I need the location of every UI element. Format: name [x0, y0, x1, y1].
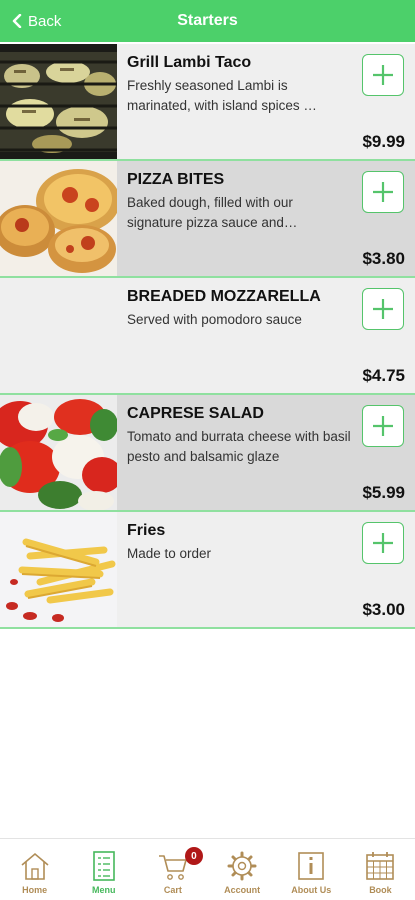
item-price: $3.00 — [362, 600, 405, 619]
item-image — [0, 395, 117, 510]
item-description: Served with pomodoro sauce — [127, 312, 302, 327]
item-price: $9.99 — [362, 132, 405, 151]
tab-cart[interactable]: 0 Cart — [138, 839, 207, 900]
tab-book[interactable]: Book — [346, 839, 415, 900]
item-price: $5.99 — [362, 483, 405, 502]
menu-item[interactable]: Fries Made to order $3.00 — [0, 512, 415, 629]
item-description: Tomato and burrata cheese with basil pes… — [127, 429, 351, 464]
item-description: Freshly seasoned Lambi is marinated, wit… — [127, 78, 317, 113]
item-price: $3.80 — [362, 249, 405, 268]
calendar-icon — [366, 852, 395, 880]
item-name: Fries — [127, 522, 166, 539]
item-image — [0, 161, 117, 276]
tab-about-us[interactable]: About Us — [277, 839, 346, 900]
menu-item[interactable]: PIZZA BITES Baked dough, filled with our… — [0, 161, 415, 278]
add-to-cart-button[interactable] — [362, 288, 404, 330]
tab-label: About Us — [291, 885, 332, 895]
page-title: Starters — [177, 12, 238, 29]
item-price: $4.75 — [362, 366, 405, 385]
plus-icon — [373, 533, 393, 553]
plus-icon — [373, 299, 393, 319]
chevron-left-icon — [12, 14, 22, 28]
tab-label: Book — [369, 885, 392, 895]
plus-icon — [373, 416, 393, 436]
item-name: BREADED MOZZARELLA — [127, 288, 321, 305]
menu-item[interactable]: CAPRESE SALAD Tomato and burrata cheese … — [0, 395, 415, 512]
menu-item[interactable]: BREADED MOZZARELLA Served with pomodoro … — [0, 278, 415, 395]
item-description: Baked dough, filled with our signature p… — [127, 195, 298, 230]
tab-label: Cart — [163, 885, 182, 895]
plus-icon — [373, 182, 393, 202]
bottom-tab-bar: Home Menu 0 Cart Account About Us Book — [0, 838, 415, 900]
menu-item-list: Grill Lambi Taco Freshly seasoned Lambi … — [0, 44, 415, 629]
item-description: Made to order — [127, 546, 212, 561]
info-icon — [298, 852, 325, 880]
cart-count-badge: 0 — [184, 847, 203, 865]
tab-account[interactable]: Account — [208, 839, 277, 900]
item-image — [0, 44, 117, 159]
tab-menu[interactable]: Menu — [69, 839, 138, 900]
back-button[interactable]: Back — [12, 0, 61, 42]
menu-icon — [92, 851, 115, 881]
add-to-cart-button[interactable] — [362, 171, 404, 213]
add-to-cart-button[interactable] — [362, 522, 404, 564]
item-name: CAPRESE SALAD — [127, 405, 264, 422]
tab-label: Account — [224, 885, 261, 895]
menu-item[interactable]: Grill Lambi Taco Freshly seasoned Lambi … — [0, 44, 415, 161]
tab-label: Home — [22, 885, 48, 895]
tab-home[interactable]: Home — [0, 839, 69, 900]
header-bar: Back Starters — [0, 0, 415, 42]
item-name: PIZZA BITES — [127, 171, 225, 188]
home-icon — [21, 852, 49, 880]
add-to-cart-button[interactable] — [362, 54, 404, 96]
add-to-cart-button[interactable] — [362, 405, 404, 447]
back-label: Back — [28, 12, 62, 30]
tab-label: Menu — [92, 885, 116, 895]
plus-icon — [373, 65, 393, 85]
item-image — [0, 512, 117, 627]
item-name: Grill Lambi Taco — [127, 54, 252, 71]
gear-icon — [227, 851, 257, 881]
